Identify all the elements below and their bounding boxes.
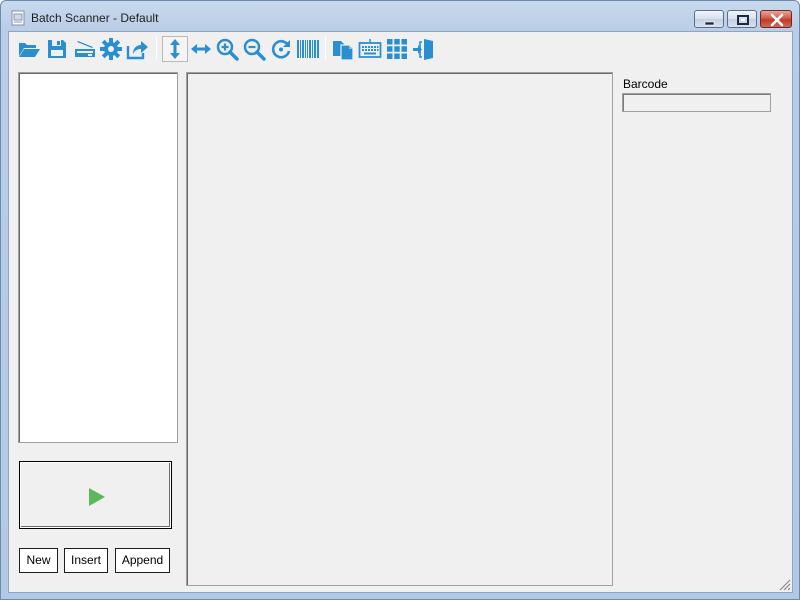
save-button[interactable]: [45, 37, 69, 61]
close-icon: [770, 13, 784, 27]
window-title: Batch Scanner - Default: [31, 11, 159, 25]
start-scan-button[interactable]: [19, 461, 172, 529]
resize-grip-icon[interactable]: [777, 577, 791, 591]
toolbar-separator: [156, 36, 157, 60]
settings-button[interactable]: [99, 37, 123, 61]
image-preview-panel[interactable]: [186, 72, 613, 586]
toolbar: [9, 32, 449, 64]
barcode-icon: [297, 40, 319, 58]
barcode-label: Barcode: [623, 77, 668, 91]
copy-button[interactable]: [331, 37, 355, 61]
fit-height-button[interactable]: [162, 36, 188, 62]
page-list[interactable]: [18, 72, 178, 443]
toolbar-separator: [325, 36, 326, 60]
export-button[interactable]: [125, 37, 149, 61]
barcode-field[interactable]: [622, 93, 771, 112]
fit-height-icon: [170, 39, 180, 59]
exit-door-icon: [413, 39, 433, 60]
open-button[interactable]: [17, 37, 41, 61]
rotate-icon: [271, 39, 291, 59]
zoom-out-button[interactable]: [242, 37, 266, 61]
keyboard-icon: [358, 39, 382, 58]
fit-width-button[interactable]: [189, 37, 213, 61]
minimize-icon: [704, 21, 715, 26]
new-button[interactable]: New: [19, 548, 58, 573]
rotate-button[interactable]: [269, 37, 293, 61]
scanner-icon: [75, 41, 95, 57]
app-window: Batch Scanner - Default Barcode New Inse…: [0, 0, 800, 600]
title-bar[interactable]: Batch Scanner - Default: [1, 1, 799, 31]
minimize-button[interactable]: [694, 10, 724, 28]
zoom-in-icon: [216, 38, 239, 61]
play-icon: [89, 488, 105, 506]
barcode-button[interactable]: [296, 37, 320, 61]
exit-button[interactable]: [412, 37, 436, 61]
scan-button[interactable]: [73, 37, 97, 61]
zoom-out-icon: [243, 38, 266, 61]
client-area: Barcode New Insert Append: [8, 31, 793, 593]
keyboard-button[interactable]: [358, 37, 382, 61]
maximize-button[interactable]: [727, 10, 757, 28]
append-button[interactable]: Append: [115, 548, 170, 573]
copy-icon: [333, 41, 354, 61]
zoom-in-button[interactable]: [215, 37, 239, 61]
folder-open-icon: [19, 43, 40, 57]
save-icon: [48, 40, 66, 58]
close-button[interactable]: [760, 10, 792, 28]
grid-icon: [387, 39, 407, 59]
grid-button[interactable]: [385, 37, 409, 61]
restore-icon: [737, 15, 749, 25]
gear-icon: [100, 38, 122, 60]
app-icon: [10, 10, 26, 26]
insert-button[interactable]: Insert: [64, 548, 108, 573]
fit-width-icon: [191, 44, 211, 54]
share-icon: [126, 41, 148, 60]
